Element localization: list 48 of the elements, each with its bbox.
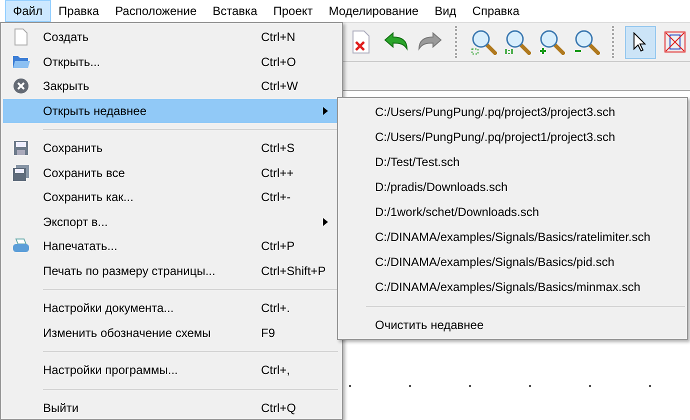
menu-bar-item[interactable]: Моделирование — [320, 0, 427, 22]
menu-item[interactable]: Напечатать... Ctrl+P — [3, 234, 340, 258]
floppy-disks-icon — [12, 164, 30, 182]
zoom-one-icon — [505, 29, 532, 55]
undo-arrow-icon — [382, 32, 409, 52]
submenu-arrow-icon — [323, 106, 328, 115]
document-icon — [14, 28, 28, 46]
menu-item[interactable]: Создать Ctrl+N — [3, 25, 340, 50]
menu-item[interactable]: Изменить обозначение схемы F9 — [3, 320, 340, 345]
submenu-arrow-icon — [323, 218, 328, 226]
menu-item[interactable]: C:/DINAMA/examples/Signals/Basics/ratelimiter.sch — [338, 225, 687, 250]
crossed-frame-icon — [664, 30, 686, 54]
zoom-minus-icon — [574, 29, 600, 55]
menu-bar-item[interactable]: Вид — [426, 0, 464, 22]
menu-item[interactable]: C:/Users/PungPung/.pq/project3/project3.sch — [338, 100, 687, 125]
delete-document-icon — [352, 30, 370, 54]
menu-item[interactable]: Экспорт в... — [3, 210, 340, 234]
cursor-arrow-icon — [633, 32, 648, 52]
menu-item[interactable]: Настройки программы... Ctrl+, — [3, 358, 340, 382]
menu-item[interactable]: Очистить недавнее — [338, 313, 687, 338]
menu-item[interactable]: Печать по размеру страницы... Ctrl+Shift+P — [3, 258, 340, 283]
menu-item[interactable]: D:/1work/schet/Downloads.sch — [338, 200, 687, 225]
menu-bar-item[interactable]: Расположение — [107, 0, 205, 22]
menu-bar-item[interactable]: Вставка — [204, 0, 266, 22]
menu-bar-item[interactable]: Правка — [50, 0, 108, 22]
redo-arrow-icon — [417, 32, 444, 52]
menu-item[interactable]: Сохранить как... Ctrl+- — [3, 185, 340, 210]
menu-item[interactable]: D:/pradis/Downloads.sch — [338, 175, 687, 200]
close-icon — [13, 78, 29, 94]
folder-icon — [12, 54, 30, 70]
printer-icon — [12, 238, 30, 254]
pointer-tool-button[interactable] — [625, 26, 656, 58]
menu-item[interactable]: Открыть... Ctrl+O — [3, 50, 340, 74]
menu-item[interactable]: C:/Users/PungPung/.pq/project1/project3.sch — [338, 125, 687, 150]
zoom-plus-icon — [539, 29, 566, 55]
menu-item[interactable]: Сохранить все Ctrl++ — [3, 160, 340, 185]
menu-item[interactable]: Выйти Ctrl+Q — [3, 396, 340, 420]
menu-item[interactable]: Сохранить Ctrl+S — [3, 136, 340, 160]
menu-item[interactable]: Закрыть Ctrl+W — [3, 74, 340, 98]
menu-item[interactable]: D:/Test/Test.sch — [338, 150, 687, 175]
menu-item[interactable]: Настройки документа... Ctrl+. — [3, 296, 340, 320]
menu-item[interactable]: C:/DINAMA/examples/Signals/Basics/pid.sch — [338, 250, 687, 275]
menu-item[interactable]: Открыть недавнее — [3, 98, 340, 123]
menu-bar-item[interactable]: Справка — [464, 0, 528, 22]
menu-item[interactable]: C:/DINAMA/examples/Signals/Basics/minmax.sch — [338, 275, 687, 300]
menu-bar-item[interactable]: Файл — [5, 0, 51, 22]
menu-bar-item[interactable]: Проект — [265, 0, 321, 22]
zoom-fit-icon — [470, 29, 497, 55]
